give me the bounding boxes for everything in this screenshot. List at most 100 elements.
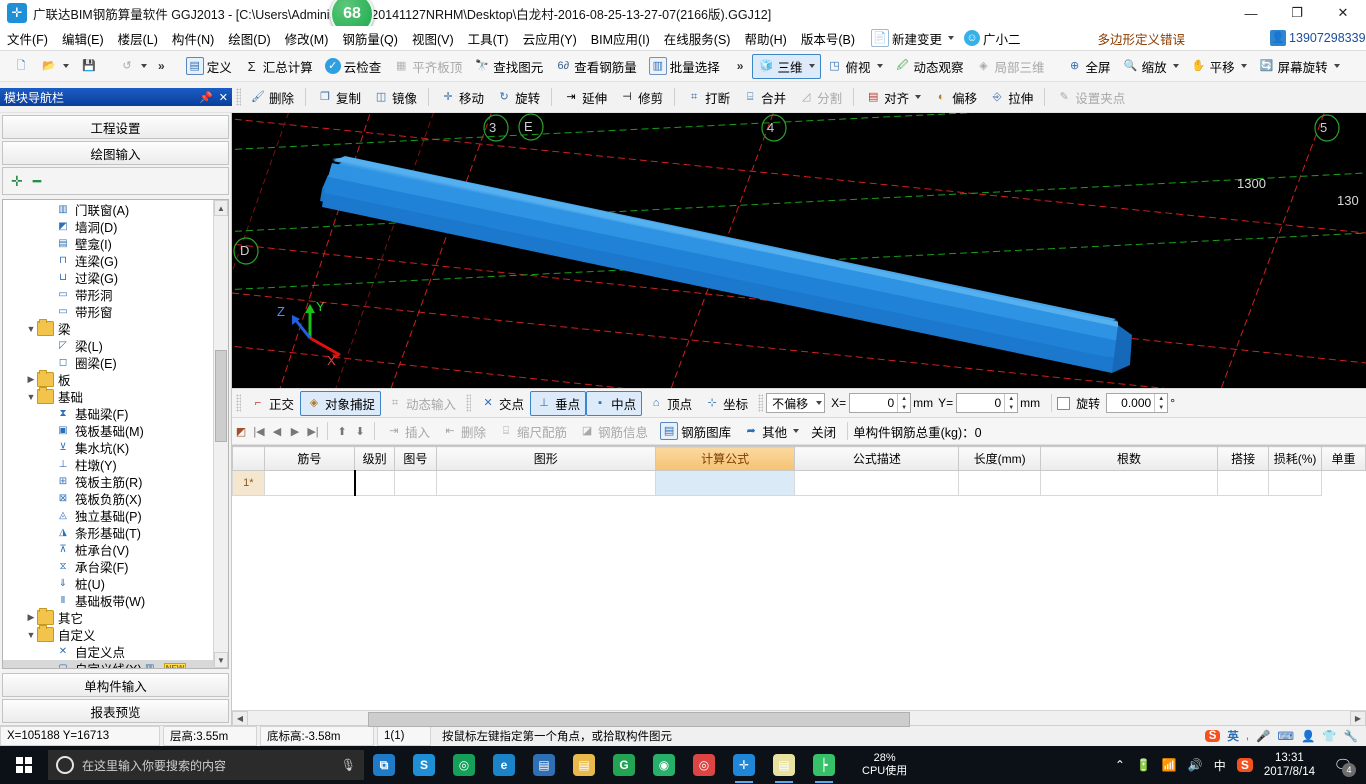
tree-item-13[interactable]: ▣ 筏板基础(M) xyxy=(3,422,214,439)
3d-viewport[interactable]: X Y Z 3 E 4 5 D 1300 130 xyxy=(232,113,1366,388)
first-record-button[interactable]: |◀ xyxy=(250,422,268,440)
minimize-button[interactable]: — xyxy=(1228,0,1274,26)
tools-icon[interactable]: 🔧 xyxy=(1344,729,1358,743)
x-stepper-arrows[interactable]: ▲ ▼ xyxy=(897,394,910,412)
report-preview-button[interactable]: 报表预览 xyxy=(2,699,229,723)
partial-3d-button[interactable]: ◈ 局部三维 xyxy=(970,54,1051,79)
column-header-11[interactable]: 单重 xyxy=(1321,446,1366,471)
column-header-5[interactable]: 计算公式 xyxy=(654,446,796,471)
open-file-button[interactable]: 📂 xyxy=(35,55,75,77)
rotate-button[interactable]: ↻ 旋转 xyxy=(490,85,546,110)
cell-r0-c9[interactable] xyxy=(1268,470,1323,496)
column-header-10[interactable]: 损耗(%) xyxy=(1268,446,1323,471)
hscroll-thumb[interactable] xyxy=(368,711,910,727)
tree-item-26[interactable]: ✕ 自定义点 xyxy=(3,643,214,660)
x-stepper-up[interactable]: ▲ xyxy=(898,394,910,403)
app-note-icon[interactable]: ▤ xyxy=(764,746,804,784)
split-button[interactable]: ◿ 分割 xyxy=(792,85,848,110)
tree-item-18[interactable]: ◬ 独立基础(P) xyxy=(3,507,214,524)
close-rebar-panel-button[interactable]: 关闭 xyxy=(805,419,842,444)
pin-icon[interactable]: 📌 xyxy=(199,91,213,104)
menu-tools[interactable]: 工具(T) xyxy=(461,27,516,50)
ime-indicator[interactable]: 中 xyxy=(1214,757,1226,774)
y-offset-stepper[interactable]: ▲▼ xyxy=(956,393,1019,413)
offset-button[interactable]: ◐ 偏移 xyxy=(927,85,983,110)
align-chevron-down-icon[interactable] xyxy=(915,95,922,99)
other-chevron-down-icon[interactable] xyxy=(793,429,800,433)
column-header-1[interactable]: 筋号 xyxy=(263,446,356,471)
rebar-grid[interactable]: 筋号 级别 图号 图形 计算公式 公式描述 长度(mm) 根数 搭接 损耗(%) 单重 1* xyxy=(232,445,1366,710)
top-view-button[interactable]: ◳ 俯视 xyxy=(821,54,889,79)
tree-scroll-down-button[interactable]: ▼ xyxy=(214,652,228,668)
screen-rotate-button[interactable]: 🔄 屏幕旋转 xyxy=(1253,54,1346,79)
expand-all-icon[interactable]: ✛ xyxy=(11,173,23,190)
start-button[interactable] xyxy=(0,746,48,784)
chevron-up-icon[interactable]: ⌃ xyxy=(1115,758,1125,772)
object-snap-toggle[interactable]: ◈ 对象捕捉 xyxy=(300,390,382,416)
summary-calc-button[interactable]: Σ 汇总计算 xyxy=(238,54,319,79)
vertex-snap-toggle[interactable]: ⌂ 顶点 xyxy=(642,391,698,416)
stretch-button[interactable]: ⎆ 拉伸 xyxy=(983,85,1039,110)
offset-chevron-down-icon[interactable] xyxy=(816,401,823,405)
explorer-icon[interactable]: ▤ xyxy=(564,746,604,784)
undo-chevron-down-icon[interactable] xyxy=(141,64,147,68)
delete-button[interactable]: 🖌 删除 xyxy=(244,85,300,110)
chevron-down-icon[interactable]: ▼ xyxy=(25,324,37,334)
cpu-usage-widget[interactable]: 28% CPU使用 xyxy=(862,752,907,778)
hscroll-right-button[interactable]: ▶ xyxy=(1350,710,1366,726)
y-stepper-arrows[interactable]: ▲ ▼ xyxy=(1004,394,1017,412)
find-element-button[interactable]: 🔭 查找图元 xyxy=(468,54,549,79)
perpendicular-snap-toggle[interactable]: ⊥ 垂点 xyxy=(530,390,587,416)
tree-item-0[interactable]: ▥ 门联窗(A) xyxy=(3,201,214,218)
cell-r0-c7[interactable] xyxy=(1039,470,1219,496)
new-file-button[interactable]: 🗋 xyxy=(7,55,35,77)
chevron-right-icon[interactable]: ▶ xyxy=(25,374,37,385)
select-floor-button[interactable]: ≣选择楼层 xyxy=(1356,54,1366,79)
prev-record-button[interactable]: ◀ xyxy=(268,422,286,440)
skin-icon[interactable]: 👕 xyxy=(1322,729,1336,743)
move-down-button[interactable]: ⬇ xyxy=(351,422,369,440)
last-record-button[interactable]: ▶| xyxy=(304,422,322,440)
other-button[interactable]: ➦ 其他 xyxy=(737,419,805,444)
dynamic-input-toggle[interactable]: ⌗ 动态输入 xyxy=(381,391,462,416)
rotate-stepper[interactable]: ▲▼ xyxy=(1106,393,1169,413)
cell-r0-c6[interactable] xyxy=(958,470,1041,496)
chevron-down-icon[interactable]: ▼ xyxy=(25,392,37,402)
rebar-library-button[interactable]: ▤ 钢筋图库 xyxy=(654,419,737,444)
y-stepper-down[interactable]: ▼ xyxy=(1005,403,1017,412)
mic-icon[interactable]: 🎤 xyxy=(1256,729,1270,743)
midpoint-snap-toggle[interactable]: ▪ 中点 xyxy=(586,390,643,416)
edge-icon[interactable]: e xyxy=(484,746,524,784)
store-icon[interactable]: ▤ xyxy=(524,746,564,784)
x-offset-stepper[interactable]: ▲▼ xyxy=(849,393,912,413)
mirror-button[interactable]: ◫ 镜像 xyxy=(367,85,423,110)
cell-r0-c0[interactable] xyxy=(263,470,356,496)
intersection-snap-toggle[interactable]: ✕ 交点 xyxy=(474,391,530,416)
tree-scrollbar[interactable]: ▲ ▼ xyxy=(213,200,228,668)
move-button[interactable]: ✛ 移动 xyxy=(434,85,490,110)
ggj-icon[interactable]: ✛ xyxy=(724,746,764,784)
column-header-3[interactable]: 图号 xyxy=(393,446,437,471)
notification-center-button[interactable]: 🗨 4 xyxy=(1326,746,1360,784)
tree-item-6[interactable]: ▭ 带形窗 xyxy=(3,303,214,320)
app-spiral-icon[interactable]: ◎ xyxy=(444,746,484,784)
collapse-all-icon[interactable]: ━ xyxy=(33,173,41,190)
menu-rebar-qty[interactable]: 钢筋量(Q) xyxy=(335,27,405,50)
move-up-button[interactable]: ⬆ xyxy=(333,422,351,440)
y-stepper-up[interactable]: ▲ xyxy=(1005,394,1017,403)
grid-horizontal-scrollbar[interactable]: ◀ ▶ xyxy=(232,710,1366,727)
chevron-down-icon[interactable] xyxy=(948,36,955,40)
menu-file[interactable]: 文件(F) xyxy=(0,27,55,50)
draw-input-button[interactable]: 绘图输入 xyxy=(2,141,229,165)
tree-item-2[interactable]: ▤ 壁龛(I) xyxy=(3,235,214,252)
toolbar1-overflow-icon[interactable]: » xyxy=(153,59,170,73)
snapbar-grip2[interactable] xyxy=(466,394,472,412)
coordinate-snap-toggle[interactable]: ⊹ 坐标 xyxy=(698,391,754,416)
cloud-check-button[interactable]: ✓ 云检查 xyxy=(319,54,388,79)
row-index-cell[interactable]: 1* xyxy=(232,470,265,496)
rotate-checkbox[interactable] xyxy=(1057,396,1071,410)
user-icon[interactable]: 👤 xyxy=(1301,729,1315,743)
cell-r0-c5[interactable] xyxy=(794,470,960,496)
fullscreen-button[interactable]: ⊕ 全屏 xyxy=(1061,54,1117,79)
undo-button[interactable]: ↺ xyxy=(113,55,153,77)
